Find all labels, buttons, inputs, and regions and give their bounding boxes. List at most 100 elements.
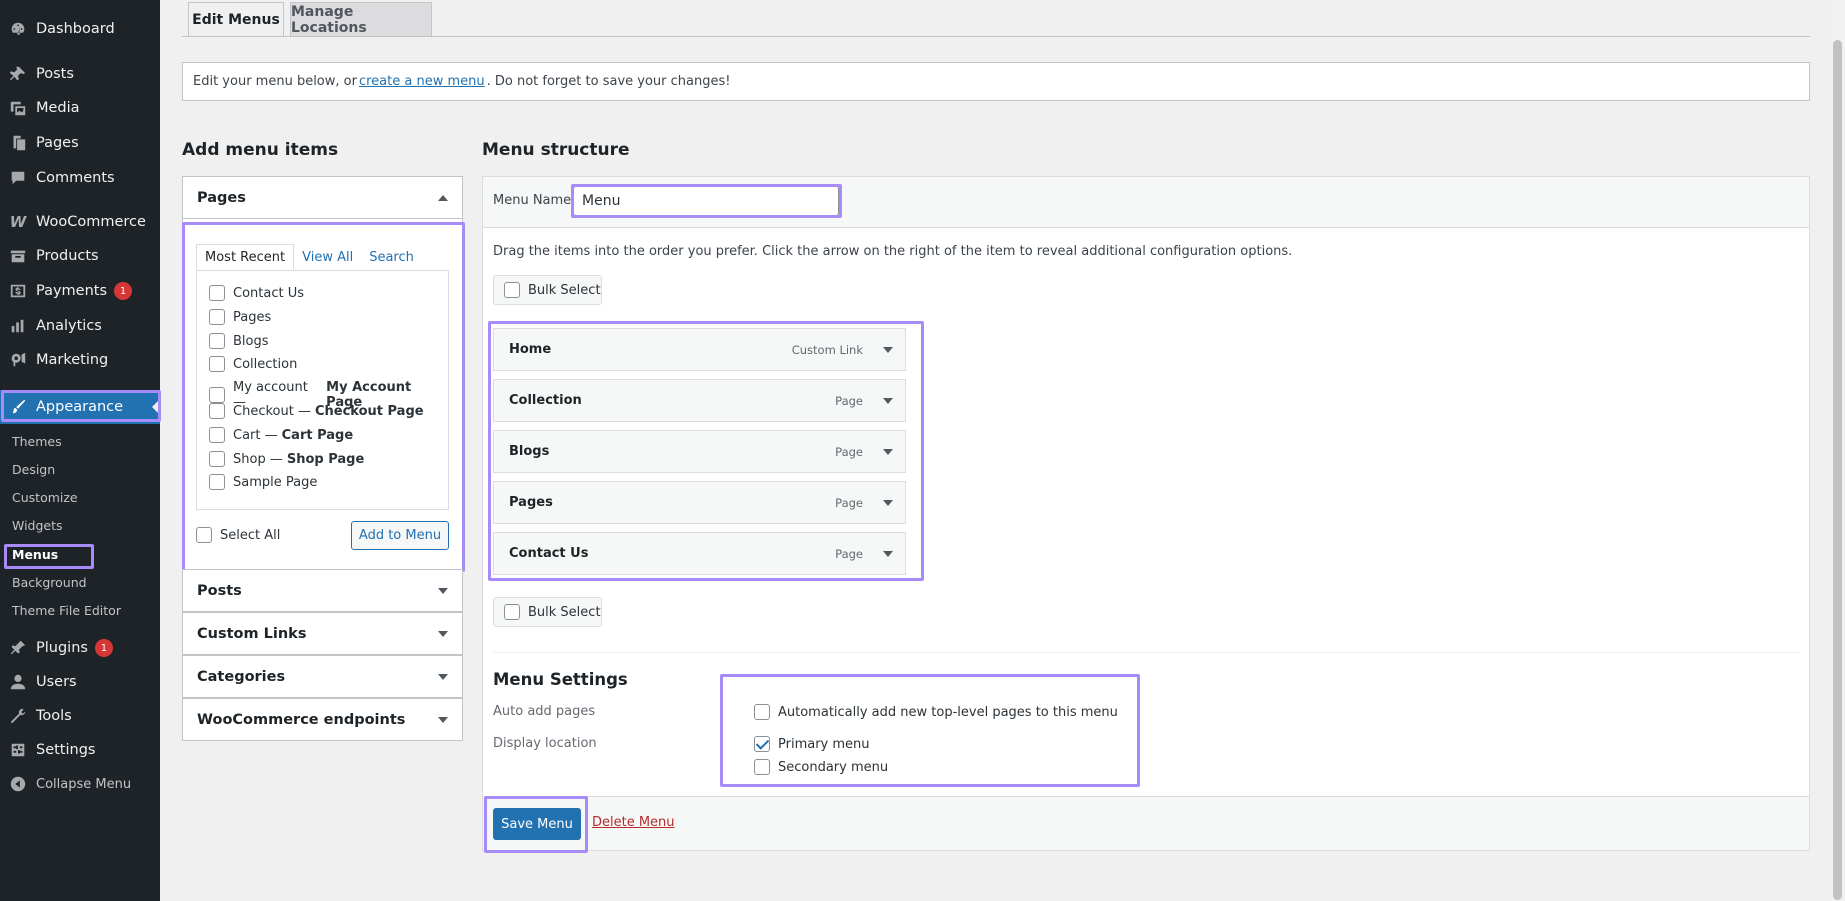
checkbox[interactable] (209, 474, 225, 490)
expand-item-button[interactable] (875, 490, 901, 516)
checkbox[interactable] (209, 451, 225, 467)
submenu-widgets[interactable]: Widgets (12, 518, 63, 533)
list-item[interactable]: Pages (209, 309, 275, 325)
sidebar-item-plugins[interactable]: Plugins 1 (0, 633, 160, 663)
sidebar-item-users[interactable]: Users (0, 667, 160, 697)
custom-links-accordion-header[interactable]: Custom Links (182, 612, 463, 655)
auto-add-checkbox[interactable] (754, 704, 770, 720)
posts-accordion-header[interactable]: Posts (182, 569, 463, 612)
select-all[interactable]: Select All (196, 527, 280, 543)
sidebar-item-label: WooCommerce (36, 214, 146, 230)
collapse-menu-button[interactable]: Collapse Menu (0, 769, 160, 799)
add-to-menu-button[interactable]: Add to Menu (351, 521, 449, 550)
checkbox[interactable] (209, 333, 225, 349)
woocommerce-endpoints-accordion-header[interactable]: WooCommerce endpoints (182, 698, 463, 741)
sidebar-item-marketing[interactable]: Marketing (0, 345, 160, 375)
sidebar-item-appearance[interactable]: Appearance (0, 390, 160, 424)
sidebar-item-dashboard[interactable]: Dashboard (0, 14, 160, 44)
primary-menu-checkbox[interactable] (754, 736, 770, 752)
chevron-down-icon (883, 346, 893, 353)
media-icon (8, 98, 28, 118)
list-item[interactable]: Checkout — Checkout Page (209, 403, 424, 419)
secondary-menu-checkbox[interactable] (754, 759, 770, 775)
sidebar-item-pages[interactable]: Pages (0, 128, 160, 158)
tab-edit-menus[interactable]: Edit Menus (188, 2, 284, 37)
list-item[interactable]: Blogs (209, 333, 273, 349)
save-menu-button[interactable]: Save Menu (493, 808, 581, 840)
checkbox[interactable] (209, 387, 225, 403)
menu-item-collection[interactable]: Collection Page (493, 379, 906, 422)
tab-search[interactable]: Search (361, 244, 422, 270)
sidebar-item-products[interactable]: Products (0, 241, 160, 271)
sidebar-item-label: Dashboard (36, 21, 115, 37)
chevron-down-icon (438, 716, 448, 723)
page-scrollbar[interactable] (1830, 0, 1845, 901)
expand-item-button[interactable] (875, 541, 901, 567)
menu-name-input[interactable] (573, 186, 839, 216)
sidebar-item-payments[interactable]: Payments 1 (0, 276, 160, 306)
sidebar-item-tools[interactable]: Tools (0, 701, 160, 731)
add-menu-items-title: Add menu items (182, 140, 339, 160)
checkbox[interactable] (209, 427, 225, 443)
menu-item-blogs[interactable]: Blogs Page (493, 430, 906, 473)
bulk-select-checkbox[interactable] (504, 282, 520, 298)
expand-item-button[interactable] (875, 337, 901, 363)
sidebar-item-label: Marketing (36, 352, 109, 368)
current-indicator (152, 399, 160, 415)
chevron-down-icon (883, 499, 893, 506)
secondary-menu-option[interactable]: Secondary menu (754, 759, 888, 775)
create-new-menu-link[interactable]: create a new menu (359, 74, 485, 89)
checkbox[interactable] (209, 309, 225, 325)
menu-item-home[interactable]: Home Custom Link (493, 328, 906, 371)
divider (493, 652, 1801, 653)
checkbox[interactable] (209, 285, 225, 301)
edit-notice: Edit your menu below, or create a new me… (182, 62, 1810, 101)
list-item[interactable]: Cart — Cart Page (209, 427, 353, 443)
select-all-checkbox[interactable] (196, 527, 212, 543)
pages-accordion-header[interactable]: Pages (182, 176, 463, 219)
page-checklist: Contact Us Pages Blogs Collection My acc… (196, 270, 449, 510)
list-item[interactable]: Shop — Shop Page (209, 451, 364, 467)
submenu-theme-file-editor[interactable]: Theme File Editor (12, 603, 121, 618)
sidebar-item-analytics[interactable]: Analytics (0, 311, 160, 341)
expand-item-button[interactable] (875, 439, 901, 465)
list-item[interactable]: Contact Us (209, 285, 308, 301)
menu-item-pages[interactable]: Pages Page (493, 481, 906, 524)
bulk-select-checkbox[interactable] (504, 604, 520, 620)
chevron-down-icon (883, 448, 893, 455)
submenu-design[interactable]: Design (12, 462, 55, 477)
comment-icon (8, 168, 28, 188)
tab-manage-locations[interactable]: Manage Locations (290, 2, 432, 37)
bulk-select-top[interactable]: Bulk Select (493, 275, 602, 305)
submenu-themes[interactable]: Themes (12, 434, 62, 449)
scroll-thumb[interactable] (1833, 40, 1842, 900)
list-item[interactable]: Sample Page (209, 474, 321, 490)
sidebar-item-woocommerce[interactable]: W WooCommerce (0, 207, 160, 237)
wrench-icon (8, 706, 28, 726)
checkbox[interactable] (209, 356, 225, 372)
sidebar-item-posts[interactable]: Posts (0, 59, 160, 89)
plugin-icon (8, 638, 28, 658)
list-item[interactable]: Collection (209, 356, 301, 372)
categories-accordion-header[interactable]: Categories (182, 655, 463, 698)
bulk-select-bottom[interactable]: Bulk Select (493, 597, 602, 627)
menu-settings-title: Menu Settings (493, 670, 628, 689)
primary-menu-option[interactable]: Primary menu (754, 736, 870, 752)
menu-name-label: Menu Name (493, 193, 572, 208)
tab-most-recent[interactable]: Most Recent (196, 244, 295, 270)
notification-badge: 1 (94, 639, 113, 657)
chevron-down-icon (438, 587, 448, 594)
submenu-menus[interactable]: Menus (12, 547, 58, 562)
sidebar-item-comments[interactable]: Comments (0, 163, 160, 193)
expand-item-button[interactable] (875, 388, 901, 414)
delete-menu-link[interactable]: Delete Menu (592, 815, 675, 830)
checkbox[interactable] (209, 403, 225, 419)
chevron-down-icon (883, 550, 893, 557)
sidebar-item-media[interactable]: Media (0, 93, 160, 123)
tab-view-all[interactable]: View All (294, 244, 361, 270)
submenu-customize[interactable]: Customize (12, 490, 78, 505)
auto-add-pages-option[interactable]: Automatically add new top-level pages to… (754, 704, 1118, 720)
submenu-background[interactable]: Background (12, 575, 87, 590)
menu-item-contact-us[interactable]: Contact Us Page (493, 532, 906, 575)
sidebar-item-settings[interactable]: Settings (0, 735, 160, 765)
